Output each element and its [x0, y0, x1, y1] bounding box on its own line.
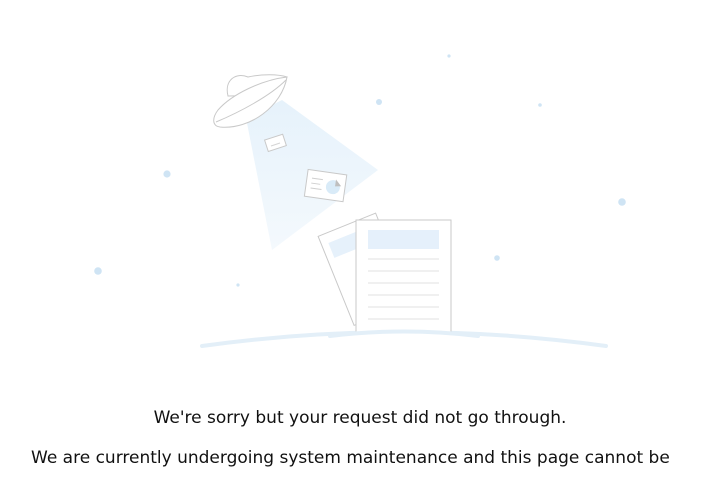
maintenance-message: We are currently undergoing system maint… — [31, 448, 670, 468]
floating-chart-card-icon — [303, 168, 348, 203]
ufo-maintenance-illustration — [94, 54, 626, 348]
error-headline: We're sorry but your request did not go … — [153, 408, 567, 428]
error-page: We're sorry but your request did not go … — [0, 0, 720, 480]
document-icon — [355, 219, 452, 339]
